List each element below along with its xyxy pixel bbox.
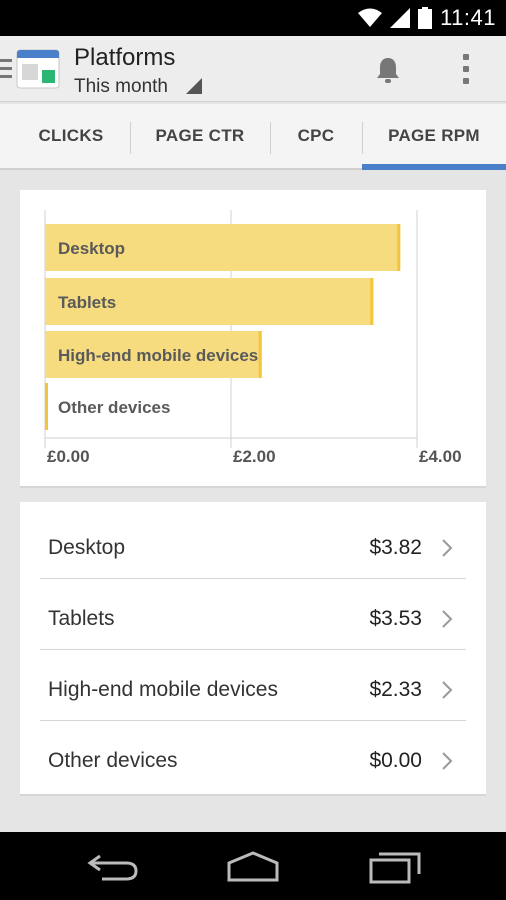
bar-edge — [397, 224, 401, 271]
wifi-icon — [358, 8, 383, 27]
list-item[interactable]: High-end mobile devices $2.33 — [40, 650, 466, 721]
back-icon[interactable] — [86, 850, 142, 884]
x-tick-label: £0.00 — [47, 447, 90, 466]
bar-edge — [258, 331, 262, 378]
navigation-bar — [0, 832, 506, 900]
bar-label: High-end mobile devices — [58, 346, 259, 365]
bar-edge — [370, 278, 374, 325]
bar-label: Other devices — [58, 398, 171, 417]
platform-value: $3.82 — [369, 536, 422, 559]
list-item[interactable]: Desktop $3.82 — [40, 508, 466, 579]
x-tick-label: £4.00 — [419, 447, 462, 466]
bar-edge — [45, 383, 48, 430]
x-tick-label: £2.00 — [233, 447, 276, 466]
tab-page-ctr[interactable]: PAGE CTR — [130, 104, 270, 168]
platform-value: $0.00 — [369, 749, 422, 772]
battery-icon — [418, 7, 433, 29]
platform-value: $3.53 — [369, 607, 422, 630]
home-icon[interactable] — [225, 850, 281, 884]
date-range-selector[interactable]: This month — [74, 76, 168, 98]
platform-name: Desktop — [48, 536, 126, 559]
status-time: 11:41 — [440, 5, 496, 30]
platforms-list: Desktop $3.82 Tablets $3.53 High-end mob… — [20, 502, 486, 796]
chevron-right-icon — [442, 752, 453, 770]
status-bar: 11:41 — [0, 0, 506, 36]
tab-page-rpm[interactable]: PAGE RPM — [362, 104, 506, 170]
signal-icon — [390, 8, 411, 28]
platform-name: Other devices — [48, 749, 178, 772]
list-item[interactable]: Other devices $0.00 — [40, 721, 466, 792]
bar-label: Tablets — [58, 293, 117, 312]
bell-icon[interactable] — [374, 56, 402, 84]
platform-name: Tablets — [48, 607, 115, 630]
overflow-menu-icon[interactable] — [460, 54, 472, 86]
chevron-right-icon — [442, 681, 453, 699]
metric-tabs: CLICKS PAGE CTR CPC PAGE RPM — [0, 104, 506, 170]
tab-cpc[interactable]: CPC — [270, 104, 362, 168]
app-bar: Platforms This month — [0, 36, 506, 102]
chart-svg — [44, 210, 418, 448]
recent-apps-icon[interactable] — [367, 850, 423, 884]
bar-label: Desktop — [58, 239, 126, 258]
page-title: Platforms — [74, 44, 176, 71]
chevron-right-icon — [442, 539, 453, 557]
drawer-menu-icon[interactable] — [0, 56, 12, 82]
platforms-bar-chart: £0.00 £2.00 £4.00 Desktop Tablets High-end mo… — [20, 190, 486, 488]
list-item[interactable]: Tablets $3.53 — [40, 579, 466, 650]
platform-name: High-end mobile devices — [48, 678, 278, 701]
tab-edge — [0, 104, 12, 168]
chevron-right-icon — [442, 610, 453, 628]
tab-clicks[interactable]: CLICKS — [12, 104, 130, 168]
dropdown-caret-icon[interactable] — [186, 78, 202, 94]
platform-value: $2.33 — [369, 678, 422, 701]
app-logo-icon[interactable] — [16, 47, 60, 91]
